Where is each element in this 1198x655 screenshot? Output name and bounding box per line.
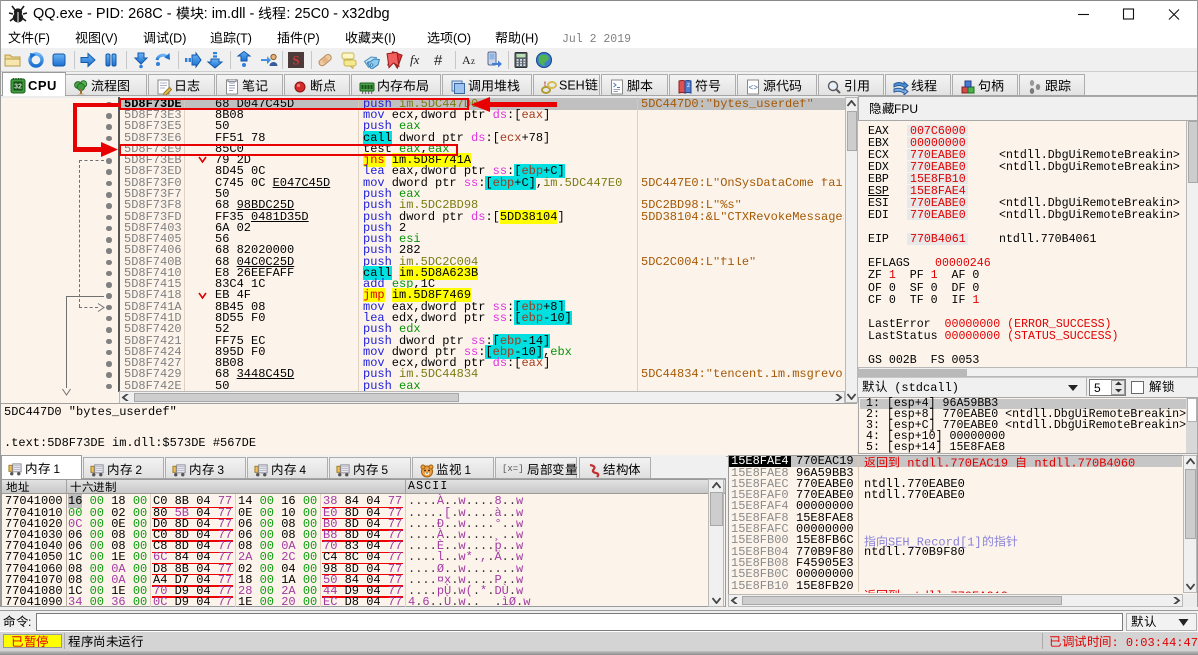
- svg-text:fx: fx: [410, 52, 420, 67]
- svg-text:32: 32: [14, 84, 22, 91]
- svg-text:z: z: [471, 56, 475, 66]
- svg-text:<>: <>: [749, 84, 759, 93]
- svg-text:z: z: [687, 83, 690, 89]
- svg-text:!: !: [544, 82, 546, 88]
- svg-text:#: #: [434, 52, 443, 69]
- svg-text:A: A: [462, 53, 471, 67]
- svg-text:S: S: [292, 53, 299, 68]
